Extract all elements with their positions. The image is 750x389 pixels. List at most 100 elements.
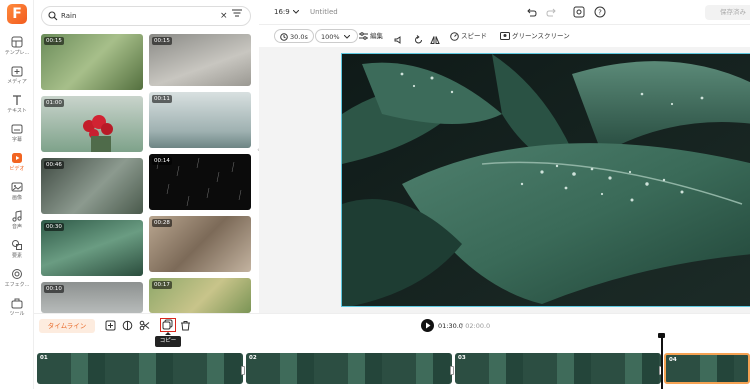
- timeline-clip[interactable]: 01: [37, 353, 243, 384]
- search-value: Rain: [61, 12, 77, 20]
- speed-button[interactable]: スピード: [450, 29, 487, 43]
- sidebar-item-tools[interactable]: ツール: [0, 295, 34, 323]
- project-title[interactable]: Untitled: [310, 8, 338, 16]
- sidebar-item-media[interactable]: メディア: [0, 63, 34, 91]
- elements-icon: [12, 240, 22, 250]
- edit-label: 編集: [370, 32, 383, 40]
- duration-badge: 00:15: [152, 37, 172, 45]
- sidebar-item-label: ビデオ: [9, 166, 25, 172]
- sidebar-item-elements[interactable]: 要素: [0, 237, 34, 265]
- zoom-label: 100%: [321, 33, 340, 41]
- duration-badge: 00:11: [152, 95, 172, 103]
- media-thumbnail[interactable]: 00:17: [149, 278, 251, 313]
- media-thumbnail[interactable]: 01:00: [41, 96, 143, 152]
- sidebar-item-label: 音声: [11, 224, 22, 230]
- sidebar-item-label: メディア: [7, 79, 27, 85]
- sidebar-item-label: エフェク...: [4, 282, 30, 288]
- media-thumbnail[interactable]: 00:11: [149, 92, 251, 148]
- video-icon: [12, 153, 22, 163]
- clip-number: 02: [249, 355, 257, 361]
- media-panel: Rain × 00:15 00:15 01:00 00:11 00:46 00:…: [34, 0, 259, 313]
- close-icon[interactable]: ×: [220, 11, 228, 21]
- sidebar-item-label: テキスト: [7, 108, 27, 114]
- duration-badge: 00:15: [44, 37, 64, 45]
- media-thumbnail[interactable]: 00:15: [41, 34, 143, 90]
- timeline-clip[interactable]: 03: [455, 353, 661, 384]
- duration-button[interactable]: 30.0s: [274, 29, 314, 43]
- save-button[interactable]: 保存済み: [705, 5, 750, 20]
- flip-icon[interactable]: [430, 33, 440, 47]
- svg-text:?: ?: [598, 9, 602, 17]
- split-icon[interactable]: [122, 320, 133, 331]
- duration-badge: 01:00: [44, 99, 64, 107]
- play-icon: [426, 322, 431, 329]
- green-screen-button[interactable]: グリーンスクリーン: [500, 29, 570, 43]
- filter-icon[interactable]: [231, 8, 243, 18]
- sidebar-item-subtitle[interactable]: 字幕: [0, 121, 34, 149]
- timeline-clip-selected[interactable]: 04: [664, 353, 750, 384]
- redo-icon[interactable]: [546, 6, 558, 18]
- template-icon: [11, 36, 23, 48]
- trash-icon[interactable]: [180, 320, 191, 331]
- speed-icon: [450, 31, 459, 41]
- media-thumbnail[interactable]: 00:30: [41, 220, 143, 276]
- duration-badge: 00:30: [44, 223, 64, 231]
- scissors-icon[interactable]: [139, 320, 150, 331]
- help-icon[interactable]: ?: [594, 6, 606, 18]
- current-time: 01:30.0: [438, 322, 463, 330]
- adjust-icon: [359, 32, 368, 40]
- search-input[interactable]: Rain ×: [41, 6, 251, 26]
- sidebar-item-label: ツール: [9, 311, 25, 317]
- total-time: / 02:00.0: [461, 322, 491, 330]
- undo-icon[interactable]: [525, 6, 537, 18]
- rotate-icon[interactable]: [414, 33, 423, 47]
- media-thumbnail[interactable]: 00:28: [149, 216, 251, 272]
- media-thumbnail[interactable]: 00:10: [41, 282, 143, 313]
- copy-button[interactable]: [160, 318, 176, 332]
- duration-badge: 00:17: [152, 281, 172, 289]
- video-preview[interactable]: [341, 53, 750, 307]
- add-icon[interactable]: [105, 320, 116, 331]
- sidebar-item-audio[interactable]: 音声: [0, 208, 34, 236]
- clip-transition-handle[interactable]: [450, 366, 454, 375]
- sidebar-item-label: テンプレ...: [4, 50, 30, 56]
- clip-transition-handle[interactable]: [241, 366, 245, 375]
- timeline-clip[interactable]: 02: [246, 353, 452, 384]
- sidebar-item-image[interactable]: 画像: [0, 179, 34, 207]
- volume-icon[interactable]: [394, 33, 403, 47]
- duration-badge: 00:10: [44, 285, 64, 293]
- media-thumbnail[interactable]: 00:46: [41, 158, 143, 214]
- sidebar-item-video[interactable]: ビデオ: [0, 150, 34, 178]
- sidebar-item-label: 画像: [11, 195, 22, 201]
- duration-badge: 00:46: [44, 161, 64, 169]
- zoom-select[interactable]: 100%: [315, 29, 358, 43]
- screenshot-icon[interactable]: [573, 6, 585, 18]
- clip-number: 01: [40, 355, 48, 361]
- media-icon: [11, 66, 23, 77]
- green-screen-icon: [500, 32, 510, 40]
- sidebar-item-label: 要素: [11, 253, 22, 259]
- audio-icon: [12, 210, 22, 222]
- media-thumbnail[interactable]: 00:15: [149, 34, 251, 86]
- aspect-ratio-select[interactable]: 16:9: [274, 8, 290, 16]
- timeline-tab[interactable]: タイムライン: [39, 319, 95, 333]
- video-toolbar: 30.0s 100% 編集 スピード グリーンスクリーン: [259, 25, 750, 47]
- media-thumbnail[interactable]: 00:14: [149, 154, 251, 210]
- green-screen-label: グリーンスクリーン: [512, 32, 570, 40]
- clock-icon: [280, 33, 288, 41]
- tools-icon: [11, 298, 23, 309]
- edit-button[interactable]: 編集: [359, 29, 383, 43]
- duration-badge: 00:14: [152, 157, 172, 165]
- sidebar-item-label: 字幕: [11, 137, 22, 143]
- sidebar-item-effects[interactable]: エフェク...: [0, 266, 34, 294]
- subtitle-icon: [11, 124, 23, 134]
- app-logo: F: [7, 4, 27, 24]
- play-button[interactable]: [421, 319, 434, 332]
- clip-number: 03: [458, 355, 466, 361]
- sidebar-item-text[interactable]: テキスト: [0, 92, 34, 120]
- playhead[interactable]: [658, 333, 664, 389]
- sidebar-item-template[interactable]: テンプレ...: [0, 34, 34, 62]
- copy-icon: [162, 319, 173, 330]
- effects-icon: [12, 269, 22, 279]
- preview-canvas: [259, 47, 750, 313]
